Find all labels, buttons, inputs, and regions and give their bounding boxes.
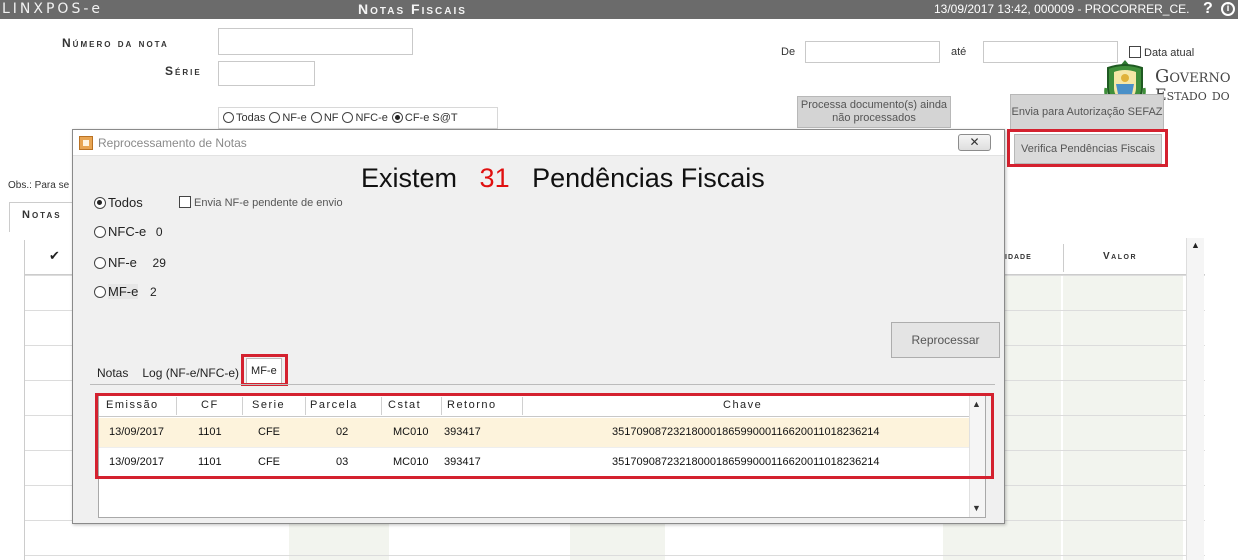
envia-pendente-checkbox[interactable]: Envia NF-e pendente de envio: [179, 196, 343, 209]
tab-baseline: [90, 384, 995, 385]
data-ate-input[interactable]: [983, 41, 1118, 63]
tab-log[interactable]: Log (NF-e/NFC-e): [135, 360, 246, 384]
grid-rows-highlight-frame: [95, 393, 994, 479]
radio-selected-icon: [391, 112, 403, 123]
radio-label: NF: [323, 112, 339, 124]
scroll-down-icon[interactable]: ▼: [972, 503, 981, 513]
radio-icon: [94, 257, 106, 269]
headline-suffix: Pendências Fiscais: [532, 163, 765, 193]
radio-nfce[interactable]: NFC-e: [342, 112, 388, 124]
option-mfe[interactable]: MF-e 2: [94, 284, 157, 299]
close-icon[interactable]: ✕: [958, 134, 991, 151]
numero-nota-input[interactable]: [218, 28, 413, 55]
radio-nf[interactable]: NF: [310, 112, 339, 124]
verifica-highlight-frame: [1007, 129, 1168, 167]
checkbox-icon: [179, 196, 191, 208]
select-all-check-icon[interactable]: ✔: [49, 248, 60, 264]
option-count: 29: [152, 256, 166, 270]
envia-pendente-label: Envia NF-e pendente de envio: [194, 197, 343, 209]
obs-text: Obs.: Para se: [8, 180, 70, 191]
tab-notas-label: Notas: [22, 209, 62, 221]
ate-label: até: [951, 46, 967, 58]
serie-label: Série: [165, 64, 202, 78]
reprocessar-button[interactable]: Reprocessar: [891, 322, 1000, 358]
radio-icon: [342, 112, 354, 123]
radio-icon: [223, 112, 234, 123]
tab-notas-bg[interactable]: Notas: [9, 202, 79, 232]
window-title: Notas Fiscais: [358, 1, 467, 17]
header-divider: [1063, 244, 1064, 272]
radio-label: NFC-e: [355, 112, 388, 124]
radio-icon: [269, 112, 281, 123]
radio-selected-icon: [94, 197, 106, 209]
gov-logo-line1: Governo: [1155, 66, 1231, 87]
radio-icon: [310, 112, 322, 123]
document-type-radio-group: Todas NF-e NF NFC-e CF-e S@T: [218, 107, 498, 129]
col-quantidade: idade: [1005, 251, 1032, 262]
option-count: 0: [155, 225, 163, 239]
help-icon[interactable]: ?: [1203, 0, 1213, 18]
envia-sefaz-button[interactable]: Envia para Autorização SEFAZ: [1010, 94, 1164, 130]
processa-button-label: Processa documento(s) ainda não processa…: [800, 99, 948, 124]
radio-icon: [94, 286, 106, 298]
dialog-title: Reprocessamento de Notas: [98, 136, 247, 150]
envia-button-label: Envia para Autorização SEFAZ: [1011, 106, 1163, 118]
option-count: 2: [149, 285, 157, 299]
dialog-title-bar: Reprocessamento de Notas ✕: [73, 130, 1004, 156]
de-label: De: [781, 46, 796, 58]
bg-grid-scrollbar[interactable]: ▲: [1186, 238, 1204, 560]
app-title-bar: LINXPOS-e Notas Fiscais 13/09/2017 13:42…: [0, 0, 1238, 19]
pendencias-headline: Existem 31 Pendências Fiscais: [361, 163, 765, 194]
option-label: Todos: [108, 195, 143, 210]
grid-col-shade: [1063, 240, 1183, 560]
info-icon[interactable]: i: [1221, 2, 1235, 16]
processa-documentos-button[interactable]: Processa documento(s) ainda não processa…: [797, 96, 951, 128]
headline-prefix: Existem: [361, 163, 458, 193]
serie-input[interactable]: [218, 61, 315, 86]
radio-label: CF-e S@T: [404, 112, 458, 124]
radio-cfe-sat[interactable]: CF-e S@T: [391, 112, 458, 124]
session-status: 13/09/2017 13:42, 000009 - PROCORRER_CE.: [934, 2, 1190, 16]
radio-label: Todas: [236, 112, 266, 124]
col-valor: Valor: [1103, 251, 1138, 262]
radio-todas[interactable]: Todas: [223, 112, 265, 124]
radio-icon: [94, 226, 106, 238]
option-label: MF-e: [108, 284, 139, 299]
reprocessamento-dialog: Reprocessamento de Notas ✕ Existem 31 Pe…: [72, 129, 1005, 524]
gov-logo-line2: Estado do: [1155, 85, 1230, 104]
dialog-app-icon: [79, 136, 93, 150]
app-logo: LINXPOS-e: [2, 1, 104, 17]
option-label: NF-e: [108, 255, 137, 270]
data-atual-check-box[interactable]: [1129, 46, 1141, 58]
numero-nota-label: Número da nota: [62, 36, 169, 50]
grid-row-line: [25, 555, 1205, 556]
pendencias-count: 31: [479, 163, 510, 193]
tab-notas[interactable]: Notas: [90, 360, 135, 384]
mfe-tab-highlight-frame: [241, 354, 288, 386]
data-de-input[interactable]: [805, 41, 940, 63]
option-todos[interactable]: Todos: [94, 195, 143, 210]
option-label: NFC-e: [108, 224, 147, 239]
option-nfe[interactable]: NF-e 29: [94, 255, 166, 270]
scroll-up-icon[interactable]: ▲: [1191, 240, 1200, 250]
option-nfce[interactable]: NFC-e 0: [94, 224, 163, 239]
radio-nfe[interactable]: NF-e: [269, 112, 307, 124]
radio-label: NF-e: [282, 112, 307, 124]
